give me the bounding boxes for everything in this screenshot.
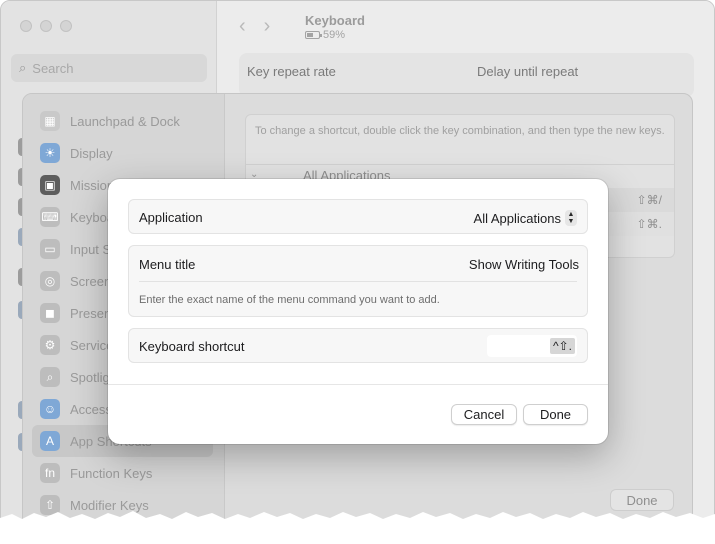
settings-search-placeholder: Search [32,60,74,76]
zoom-window-button[interactable] [60,20,72,32]
minimize-window-button[interactable] [40,20,52,32]
application-row: Application All Applications ▲ ▼ [128,199,588,234]
battery-icon [305,31,322,39]
menu-title-divider [139,281,577,282]
keyboard-icon: ⌨ [40,207,60,227]
sidebar-item-function-keys[interactable]: fn Function Keys [23,457,223,489]
battery-percent: 59% [323,29,346,41]
torn-edge-decoration [0,511,715,544]
menu-title-label: Menu title [139,257,196,272]
application-select-value: All Applications [473,210,561,226]
key-repeat-label: Key repeat rate [247,64,336,79]
sidebar-item-label: Function Keys [70,465,153,481]
battery-indicator: 59% [305,29,345,41]
chevron-up-down-icon: ▲ ▼ [565,210,577,226]
close-window-button[interactable] [20,20,32,32]
pane-title: Keyboard [305,13,365,28]
delay-until-repeat-label: Delay until repeat [477,64,579,79]
search-icon: ⌕ [19,60,27,75]
services-icon: ⚙ [40,335,60,355]
screenshot-icon: ◎ [40,271,60,291]
dialog-footer-divider [108,384,608,385]
mission-control-icon: ▣ [40,175,60,195]
shortcut-keys[interactable]: ⇧⌘. [637,217,662,231]
menu-title-row: Menu title Enter the exact name of the m… [128,245,588,317]
sidebar-item-label: Display [70,145,113,161]
cancel-button[interactable]: Cancel [451,404,517,425]
spotlight-icon: ⌕ [40,367,60,387]
shortcuts-instructions: To change a shortcut, double click the k… [255,125,665,137]
display-icon: ☀ [40,143,60,163]
function-keys-icon: fn [40,463,60,483]
menu-title-input[interactable] [299,254,579,274]
application-label: Application [139,210,203,225]
settings-search-field[interactable]: ⌕ Search [11,54,207,82]
launchpad-icon: ▦ [40,111,60,131]
keyboard-shortcut-label: Keyboard shortcut [139,339,245,354]
sidebar-item-display[interactable]: ☀ Display [23,137,223,169]
accessibility-icon: ☺ [40,399,60,419]
menu-title-hint: Enter the exact name of the menu command… [139,294,440,306]
shortcut-keys[interactable]: ⇧⌘/ [637,193,662,207]
add-app-shortcut-dialog: Application All Applications ▲ ▼ Menu tit… [108,179,608,444]
recorded-shortcut-keys: ^⇧. [549,338,575,354]
sidebar-item-label: Launchpad & Dock [70,113,180,129]
shortcut-recorder-field[interactable]: ^⇧. [487,335,577,357]
application-select[interactable]: All Applications ▲ ▼ [474,210,577,226]
input-sources-icon: ▭ [40,239,60,259]
app-shortcuts-icon: A [40,431,60,451]
keyboard-shortcut-row: Keyboard shortcut ^⇧. [128,328,588,363]
sidebar-item-launchpad-dock[interactable]: ▦ Launchpad & Dock [23,105,223,137]
navigation-arrows[interactable]: ‹› [239,15,288,38]
presenter-icon: ◼ [40,303,60,323]
done-button[interactable]: Done [523,404,588,425]
